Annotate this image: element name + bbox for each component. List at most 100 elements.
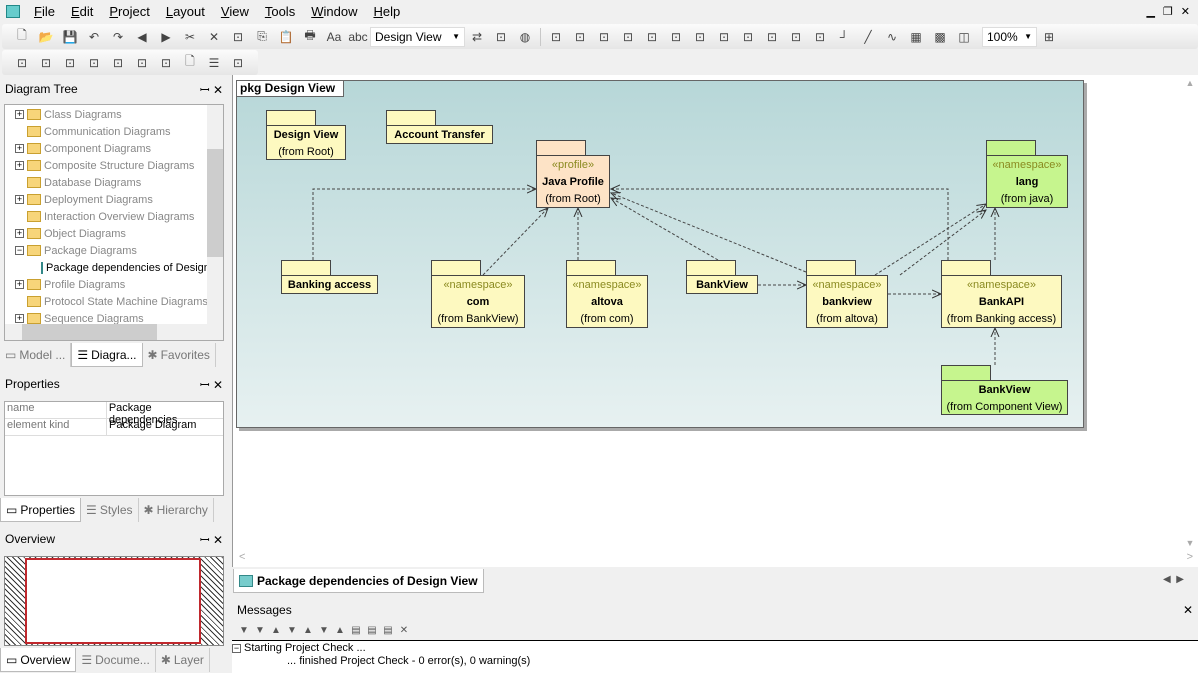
web-icon[interactable]: ◍ xyxy=(515,27,535,47)
align-middle-icon[interactable]: ⊡ xyxy=(642,27,662,47)
find-replace-icon[interactable]: ⇄ xyxy=(467,27,487,47)
undo-icon[interactable]: ↶ xyxy=(84,27,104,47)
dependency-com-to-java-profile[interactable] xyxy=(482,208,548,276)
dependency-bankview-small-to-java-profile[interactable] xyxy=(611,198,719,261)
element-import-icon[interactable]: ⊡ xyxy=(108,53,128,73)
same-size-icon[interactable]: ⊡ xyxy=(738,27,758,47)
menu-view[interactable]: View xyxy=(213,4,257,19)
dependency-icon[interactable]: ⊡ xyxy=(60,53,80,73)
close-icon[interactable]: ✕ xyxy=(213,83,223,97)
profile-application-icon[interactable]: ⊡ xyxy=(156,53,176,73)
expand-toggle[interactable]: + xyxy=(15,229,24,238)
horizontal-scrollbar[interactable]: < > xyxy=(233,551,1198,567)
tree-item[interactable]: + Deployment Diagrams xyxy=(15,191,223,208)
scroll-right-icon[interactable]: > xyxy=(1187,551,1193,567)
new-icon[interactable]: 🗋 xyxy=(12,27,32,47)
copy-image-icon[interactable]: ⊡ xyxy=(228,27,248,47)
package-import-icon[interactable]: ⊡ xyxy=(84,53,104,73)
message-line[interactable]: ... finished Project Check - 0 error(s),… xyxy=(232,655,1198,669)
tab-scroll-arrows[interactable]: ◀ ▶ xyxy=(1163,574,1184,585)
menu-tools[interactable]: Tools xyxy=(257,4,303,19)
scroll-down-icon[interactable]: ▼ xyxy=(1186,538,1195,548)
line-orthogonal-icon[interactable]: ┘ xyxy=(834,27,854,47)
prev-icon[interactable]: ▲ xyxy=(333,625,347,639)
pin-icon[interactable]: ꟷ xyxy=(200,533,210,547)
same-width-icon[interactable]: ⊡ xyxy=(690,27,710,47)
save-icon[interactable]: 💾 xyxy=(60,27,80,47)
zoom-combo[interactable]: 100% ▼ xyxy=(982,26,1037,47)
scroll-up-icon[interactable]: ▲ xyxy=(1186,78,1195,88)
tab-styles[interactable]: ☰ Styles xyxy=(81,498,139,522)
minimize-icon[interactable]: ▁ xyxy=(1146,5,1154,18)
package-icon[interactable]: ⊡ xyxy=(12,53,32,73)
copy-line-icon[interactable]: ▤ xyxy=(349,625,363,639)
package-merge-icon[interactable]: ⊡ xyxy=(132,53,152,73)
center-icon[interactable]: ⊡ xyxy=(810,27,830,47)
cut-icon[interactable]: ✂ xyxy=(180,27,200,47)
menu-edit[interactable]: Edit xyxy=(63,4,101,19)
tab-favorites[interactable]: ✱ Favorites xyxy=(143,343,216,367)
expand-toggle[interactable]: + xyxy=(15,314,24,323)
tree-item[interactable]: Package dependencies of Design View xyxy=(15,259,223,276)
page-icon[interactable]: ◫ xyxy=(954,27,974,47)
grid-icon[interactable]: ▦ xyxy=(906,27,926,47)
tree-item[interactable]: Database Diagrams xyxy=(15,174,223,191)
vertical-scrollbar[interactable]: ▲ ▼ xyxy=(1182,75,1198,551)
dependency-bankapi-to-java-profile[interactable] xyxy=(611,189,949,260)
profile-icon[interactable]: ⊡ xyxy=(36,53,56,73)
tab-properties[interactable]: ▭ Properties xyxy=(0,498,82,522)
menu-window[interactable]: Window xyxy=(303,4,365,19)
vertical-scrollbar[interactable] xyxy=(207,105,223,325)
find-icon[interactable]: ▤ xyxy=(381,625,395,639)
find-text-icon[interactable]: abc xyxy=(348,27,368,47)
document-tab[interactable]: Package dependencies of Design View xyxy=(233,569,484,593)
close-icon[interactable]: ✕ xyxy=(213,378,223,392)
tree-item[interactable]: Protocol State Machine Diagrams xyxy=(15,293,223,310)
expand-toggle[interactable]: + xyxy=(15,280,24,289)
tree-item[interactable]: + Object Diagrams xyxy=(15,225,223,242)
expand-toggle[interactable]: + xyxy=(15,110,24,119)
prev-warning-icon[interactable]: ▲ xyxy=(269,625,283,639)
line-spline-icon[interactable]: ∿ xyxy=(882,27,902,47)
space-across-icon[interactable]: ⊡ xyxy=(762,27,782,47)
find-icon[interactable]: Aa xyxy=(324,27,344,47)
expand-toggle[interactable]: − xyxy=(15,246,24,255)
align-top-icon[interactable]: ⊡ xyxy=(618,27,638,47)
tree-item[interactable]: + Profile Diagrams xyxy=(15,276,223,293)
tab-diagra[interactable]: ☰ Diagra... xyxy=(71,343,143,367)
close-icon[interactable]: ✕ xyxy=(213,533,223,547)
expand-toggle[interactable]: + xyxy=(15,144,24,153)
property-row[interactable]: name Package dependencies xyxy=(5,402,223,426)
expand-toggle[interactable]: + xyxy=(15,195,24,204)
tree-item[interactable]: Communication Diagrams xyxy=(15,123,223,140)
message-line[interactable]: Starting Project Check ... xyxy=(244,642,366,654)
note-icon[interactable]: 🗋 xyxy=(180,53,200,73)
align-right-icon[interactable]: ⊡ xyxy=(594,27,614,47)
tab-overview[interactable]: ▭ Overview xyxy=(0,648,77,672)
menu-layout[interactable]: Layout xyxy=(158,4,213,19)
open-icon[interactable]: 📂 xyxy=(36,27,56,47)
next-icon[interactable]: ▼ xyxy=(317,625,331,639)
view-combo[interactable]: Design View ▼ xyxy=(370,26,465,47)
tree-item[interactable]: + Composite Structure Diagrams xyxy=(15,157,223,174)
filter-icon[interactable]: ▼ xyxy=(237,625,251,639)
note-link-icon[interactable]: ⊡ xyxy=(228,53,248,73)
comment-icon[interactable]: ☰ xyxy=(204,53,224,73)
tab-layer[interactable]: ✱ Layer xyxy=(156,648,210,672)
tree-item[interactable]: + Class Diagrams xyxy=(15,106,223,123)
align-left-icon[interactable]: ⊡ xyxy=(546,27,566,47)
same-height-icon[interactable]: ⊡ xyxy=(714,27,734,47)
copy-all-icon[interactable]: ▤ xyxy=(365,625,379,639)
delete-icon[interactable]: ✕ xyxy=(204,27,224,47)
tree-item[interactable]: − Package Diagrams xyxy=(15,242,223,259)
tree-item[interactable]: Interaction Overview Diagrams xyxy=(15,208,223,225)
menu-project[interactable]: Project xyxy=(101,4,157,19)
dependency-banking-access-to-java-profile[interactable] xyxy=(312,189,536,260)
tab-hierarchy[interactable]: ✱ Hierarchy xyxy=(139,498,214,522)
close-icon[interactable]: ✕ xyxy=(1183,603,1193,617)
diagram-editor[interactable]: pkg Design View Design View (from Root) Ac… xyxy=(232,75,1198,567)
print-icon[interactable]: 🖶 xyxy=(300,27,320,47)
next-warning-icon[interactable]: ▼ xyxy=(253,625,267,639)
menu-file[interactable]: File xyxy=(26,4,63,19)
overview-map[interactable] xyxy=(4,556,224,646)
